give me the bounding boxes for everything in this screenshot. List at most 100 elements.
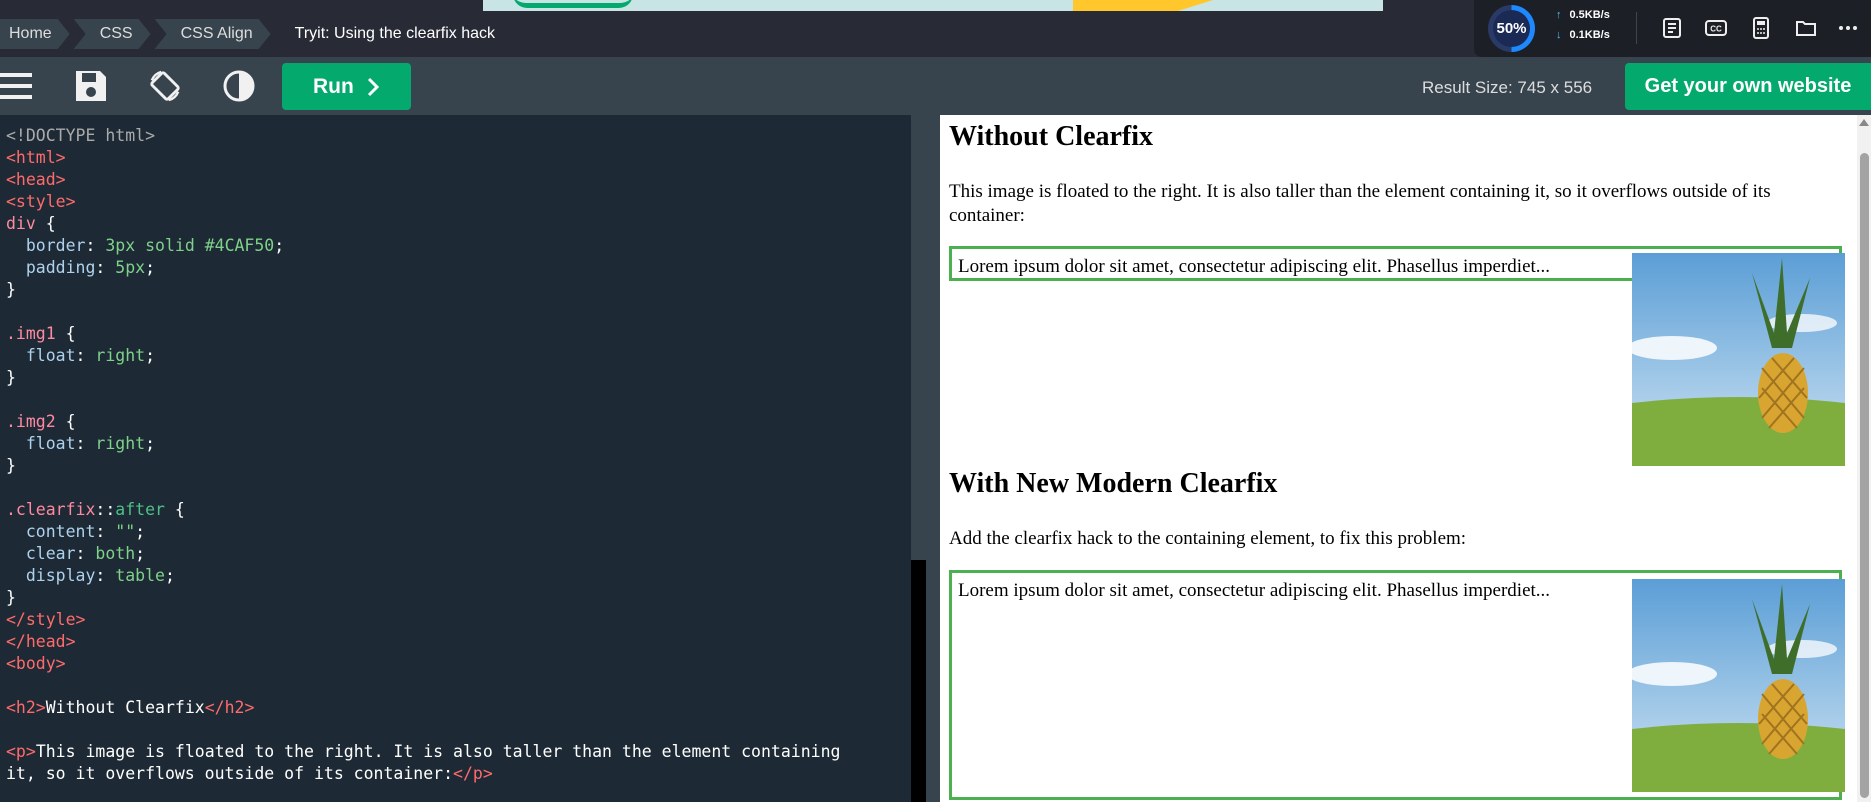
code-token: 3px solid #4CAF50	[105, 236, 275, 255]
breadcrumb-css[interactable]: CSS	[74, 19, 151, 49]
code-token: clear	[6, 544, 76, 563]
code-line[interactable]: }	[6, 279, 840, 301]
upload-speed-value: 0.5KB/s	[1569, 9, 1610, 21]
code-line[interactable]: .img1 {	[6, 323, 840, 345]
code-line[interactable]: content: "";	[6, 521, 840, 543]
editor-scrollbar[interactable]	[911, 115, 926, 802]
code-line[interactable]: it, so it overflows outside of its conta…	[6, 763, 840, 785]
code-token: </p>	[453, 764, 493, 783]
code-token: :	[85, 236, 106, 255]
code-editor[interactable]: <!DOCTYPE html> <html> <head> <style> div { …	[0, 115, 926, 802]
code-token: }	[6, 588, 16, 607]
scroll-up-arrow-icon[interactable]	[1859, 119, 1869, 126]
code-token: right	[95, 346, 146, 365]
code-token: <p>	[6, 742, 36, 761]
code-line[interactable]: <style>	[6, 191, 840, 213]
upload-arrow-icon: ↑	[1556, 9, 1562, 21]
code-line[interactable]: clear: both;	[6, 543, 840, 565]
code-line[interactable]: </style>	[6, 609, 840, 631]
code-token: :	[75, 544, 96, 563]
heading-without-clearfix: Without Clearfix	[949, 121, 1154, 152]
code-token: it, so it overflows outside of its conta…	[6, 764, 454, 783]
tray-divider	[1636, 12, 1637, 44]
code-line[interactable]: }	[6, 587, 840, 609]
code-line[interactable]: float: right;	[6, 345, 840, 367]
ad-banner[interactable]	[483, 0, 1383, 11]
code-line[interactable]: .img2 {	[6, 411, 840, 433]
result-scrollbar-thumb[interactable]	[1860, 153, 1869, 798]
code-token: {	[65, 324, 76, 343]
calculator-icon[interactable]	[1749, 16, 1773, 40]
code-token: div	[6, 214, 46, 233]
more-icon[interactable]	[1836, 16, 1860, 40]
code-token: <h2>	[6, 698, 46, 717]
code-token: ""	[115, 522, 136, 541]
code-line[interactable]: display: table;	[6, 565, 840, 587]
code-token: ;	[135, 544, 146, 563]
save-icon[interactable]	[74, 69, 108, 103]
code-line[interactable]	[6, 301, 840, 323]
breadcrumb-css-align[interactable]: CSS Align	[155, 19, 271, 49]
contrast-icon[interactable]	[222, 69, 256, 103]
notes-icon[interactable]	[1660, 16, 1684, 40]
code-token: }	[6, 456, 16, 475]
code-line[interactable]: div {	[6, 213, 840, 235]
breadcrumb-home[interactable]: Home	[0, 19, 70, 49]
code-token: display	[6, 566, 96, 585]
code-line[interactable]: <head>	[6, 169, 840, 191]
svg-text:CC: CC	[1710, 25, 1722, 34]
code-line[interactable]	[6, 477, 840, 499]
code-token: float	[6, 346, 76, 365]
pane-splitter[interactable]	[926, 115, 940, 802]
code-token: :	[75, 346, 96, 365]
code-line[interactable]	[6, 675, 840, 697]
code-token: :	[95, 258, 116, 277]
run-button[interactable]: Run	[282, 63, 411, 110]
system-tray-widget: 50% ↑ 0.5KB/s ↓ 0.1KB/s CC	[1474, 0, 1871, 57]
code-token: <style>	[6, 192, 76, 211]
code-token: Without Clearfix	[45, 698, 205, 717]
code-token: }	[6, 280, 16, 299]
code-line[interactable]: padding: 5px;	[6, 257, 840, 279]
code-token: 5px	[115, 258, 146, 277]
code-token: ;	[145, 346, 156, 365]
code-line[interactable]: <html>	[6, 147, 840, 169]
code-line[interactable]: float: right;	[6, 433, 840, 455]
code-line[interactable]	[6, 389, 840, 411]
pineapple-image	[1632, 579, 1845, 792]
code-content[interactable]: <!DOCTYPE html> <html> <head> <style> div { …	[6, 125, 840, 785]
code-line[interactable]: <body>	[6, 653, 840, 675]
folder-icon[interactable]	[1794, 16, 1818, 40]
upload-speed: ↑ 0.5KB/s	[1556, 9, 1610, 21]
breadcrumb-current: Tryit: Using the clearfix hack	[294, 25, 495, 42]
code-line[interactable]: border: 3px solid #4CAF50;	[6, 235, 840, 257]
get-your-own-website-button[interactable]: Get your own website	[1625, 63, 1871, 110]
code-line[interactable]: }	[6, 367, 840, 389]
code-token: </h2>	[204, 698, 255, 717]
code-token: <html>	[6, 148, 66, 167]
gauge-label: 50%	[1493, 10, 1530, 47]
result-size-label: Result Size: 745 x 556	[1422, 78, 1593, 97]
code-token: padding	[6, 258, 96, 277]
container-without-clearfix: Lorem ipsum dolor sit amet, consectetur …	[949, 246, 1845, 466]
code-line[interactable]: }	[6, 455, 840, 477]
result-frame: Without Clearfix This image is floated t…	[940, 115, 1857, 802]
cpu-gauge[interactable]: 50%	[1488, 5, 1535, 52]
code-line[interactable]: <!DOCTYPE html>	[6, 125, 840, 147]
code-line[interactable]	[6, 719, 840, 741]
cc-icon[interactable]: CC	[1704, 16, 1728, 40]
code-token: border	[6, 236, 86, 255]
code-line[interactable]: .clearfix::after {	[6, 499, 840, 521]
code-token: :	[95, 522, 116, 541]
container-with-clearfix: Lorem ipsum dolor sit amet, consectetur …	[949, 570, 1845, 800]
box-text: Lorem ipsum dolor sit amet, consectetur …	[958, 580, 1551, 601]
code-line[interactable]: </head>	[6, 631, 840, 653]
editor-scrollbar-thumb[interactable]	[911, 560, 926, 802]
code-token: both	[95, 544, 136, 563]
rotate-icon[interactable]	[147, 69, 183, 103]
menu-icon[interactable]	[0, 69, 34, 103]
code-line[interactable]: <h2>Without Clearfix</h2>	[6, 697, 840, 719]
heading-with-clearfix: With New Modern Clearfix	[949, 468, 1278, 499]
code-line[interactable]: <p>This image is floated to the right. I…	[6, 741, 840, 763]
result-scrollbar[interactable]	[1857, 115, 1871, 802]
